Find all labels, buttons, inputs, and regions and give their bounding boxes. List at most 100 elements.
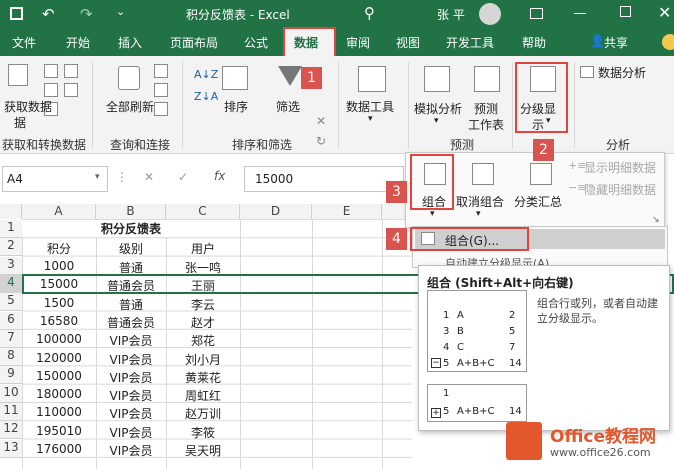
row-header[interactable]: 12 (0, 421, 22, 440)
forecast-sheet-button-line2[interactable]: 工作表 (468, 116, 504, 133)
enter-icon[interactable]: ✓ (178, 170, 188, 184)
points-cell[interactable]: 16580 (22, 314, 96, 328)
points-cell[interactable]: 1000 (22, 259, 96, 273)
cancel-icon[interactable]: ✕ (144, 170, 154, 184)
maximize-icon[interactable] (620, 6, 631, 17)
tab-insert[interactable]: 插入 (118, 34, 142, 51)
customize-qat-icon[interactable]: ⌄ (116, 5, 125, 18)
filter-button[interactable]: 筛选 (276, 98, 300, 115)
dialog-launcher-icon[interactable]: ↘ (652, 215, 660, 225)
level-cell[interactable]: VIP会员 (96, 351, 166, 368)
queries-icon[interactable] (154, 64, 168, 78)
reapply-icon[interactable]: ↻ (316, 134, 326, 148)
points-cell[interactable]: 180000 (22, 387, 96, 401)
get-data-button-line2[interactable]: 据 (14, 114, 26, 131)
get-data-button[interactable]: 获取数据 (4, 98, 52, 115)
points-cell[interactable]: 110000 (22, 405, 96, 419)
row-header[interactable]: 8 (0, 348, 22, 367)
edit-links-icon[interactable] (154, 102, 168, 116)
row-header[interactable]: 11 (0, 403, 22, 421)
tab-page-layout[interactable]: 页面布局 (170, 34, 218, 51)
user-cell[interactable]: 李云 (166, 296, 240, 313)
avatar[interactable] (479, 3, 501, 25)
user-cell[interactable]: 刘小月 (166, 351, 240, 368)
sort-az-icon[interactable]: A↓Z (194, 68, 218, 81)
level-cell[interactable]: 普通会员 (96, 314, 166, 331)
close-icon[interactable]: ✕ (658, 3, 671, 22)
row-header[interactable]: 4 (0, 274, 22, 293)
recent-sources-icon[interactable] (64, 64, 78, 78)
hide-detail-button[interactable]: 隐藏明细数据 (584, 181, 656, 198)
what-if-button[interactable]: 模拟分析 (414, 100, 462, 117)
name-box[interactable]: A4 ▾ (2, 166, 108, 192)
from-web-icon[interactable] (44, 83, 58, 97)
row-header[interactable]: 5 (0, 293, 22, 312)
tab-developer[interactable]: 开发工具 (446, 34, 494, 51)
user-cell[interactable]: 周虹红 (166, 387, 240, 404)
header-cell-points[interactable]: 积分 (22, 240, 96, 257)
user-cell[interactable]: 吴天明 (166, 442, 240, 459)
select-all-corner[interactable] (0, 204, 22, 219)
row-header[interactable]: 3 (0, 256, 22, 275)
user-name[interactable]: 张 平 (437, 6, 465, 23)
properties-icon[interactable] (154, 83, 168, 97)
level-cell[interactable]: VIP会员 (96, 387, 166, 404)
smiley-icon[interactable] (662, 34, 674, 50)
row-header[interactable]: 13 (0, 439, 22, 458)
user-cell[interactable]: 郑花 (166, 332, 240, 349)
redo-icon[interactable]: ↷ (80, 5, 93, 23)
points-cell[interactable]: 176000 (22, 442, 96, 456)
user-cell[interactable]: 赵才 (166, 314, 240, 331)
formula-input[interactable]: 15000 (244, 166, 404, 192)
share-button[interactable]: 共享 (604, 34, 628, 51)
points-cell[interactable]: 1500 (22, 296, 96, 310)
header-cell-user[interactable]: 用户 (166, 240, 240, 257)
level-cell[interactable]: VIP会员 (96, 405, 166, 422)
undo-icon[interactable]: ↶ (42, 5, 55, 23)
row-header[interactable]: 2 (0, 238, 22, 257)
user-cell[interactable]: 赵万训 (166, 405, 240, 422)
level-cell[interactable]: VIP会员 (96, 442, 166, 459)
points-cell[interactable]: 150000 (22, 369, 96, 383)
tab-view[interactable]: 视图 (396, 34, 420, 51)
level-cell[interactable]: VIP会员 (96, 332, 166, 349)
search-icon[interactable]: ⚲ (364, 4, 375, 22)
clear-filter-icon[interactable]: ✕ (316, 114, 326, 128)
show-detail-button[interactable]: 显示明细数据 (584, 159, 656, 176)
tab-help[interactable]: 帮助 (522, 34, 546, 51)
column-header-b[interactable]: B (96, 204, 166, 219)
row-header[interactable]: 9 (0, 366, 22, 385)
sheet-title-cell[interactable]: 积分反馈表 (22, 220, 240, 237)
points-cell[interactable]: 100000 (22, 332, 96, 346)
insert-function-icon[interactable]: fx (214, 169, 225, 183)
forecast-sheet-button[interactable]: 预测 (474, 100, 498, 117)
level-cell[interactable]: 普通 (96, 296, 166, 313)
tab-home[interactable]: 开始 (66, 34, 90, 51)
points-cell[interactable]: 195010 (22, 424, 96, 438)
ribbon-display-icon[interactable] (530, 8, 543, 19)
row-header[interactable]: 6 (0, 311, 22, 330)
column-header-c[interactable]: C (166, 204, 240, 219)
data-tools-button[interactable]: 数据工具 (346, 98, 394, 115)
row-header[interactable]: 10 (0, 384, 22, 403)
tab-formulas[interactable]: 公式 (244, 34, 268, 51)
from-text-icon[interactable] (44, 64, 58, 78)
data-analysis-button[interactable]: 数据分析 (598, 64, 646, 81)
share-icon[interactable]: 👤 (590, 34, 605, 48)
row-header[interactable]: 1 (0, 220, 22, 238)
chevron-down-icon[interactable]: ▾ (95, 172, 100, 182)
save-icon[interactable] (10, 7, 23, 20)
ungroup-button[interactable]: 取消组合 (456, 193, 504, 210)
level-cell[interactable]: VIP会员 (96, 424, 166, 441)
points-cell[interactable]: 120000 (22, 351, 96, 365)
sort-button[interactable]: 排序 (224, 98, 248, 115)
level-cell[interactable]: VIP会员 (96, 369, 166, 386)
tab-review[interactable]: 审阅 (346, 34, 370, 51)
user-cell[interactable]: 黄莱花 (166, 369, 240, 386)
sort-za-icon[interactable]: Z↓A (194, 90, 218, 103)
column-header-d[interactable]: D (240, 204, 312, 219)
column-header-e[interactable]: E (312, 204, 382, 219)
tab-file[interactable]: 文件 (12, 34, 36, 51)
header-cell-level[interactable]: 级别 (96, 240, 166, 257)
row-header[interactable]: 7 (0, 329, 22, 348)
